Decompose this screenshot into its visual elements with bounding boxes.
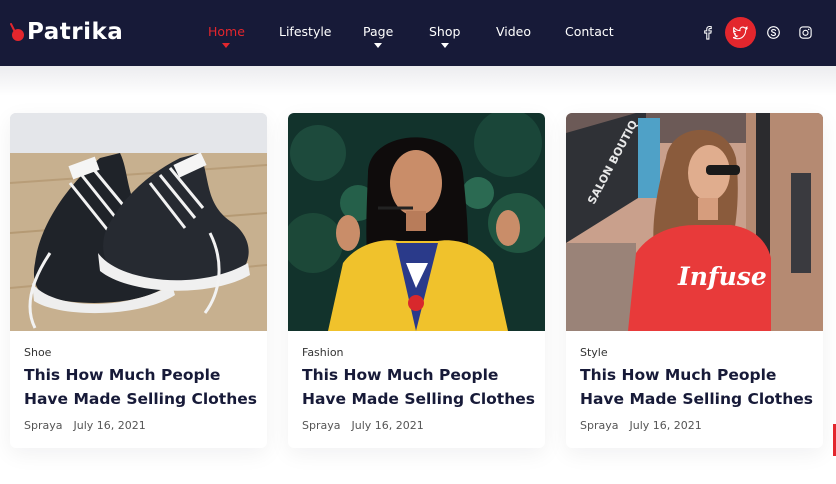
- twitter-link[interactable]: [725, 17, 756, 48]
- chevron-down-icon: [440, 43, 449, 48]
- post-category[interactable]: Style: [580, 346, 608, 359]
- nav-item-video[interactable]: Video: [496, 24, 531, 39]
- nav-label: Lifestyle: [279, 24, 332, 39]
- post-meta: Spraya July 16, 2021: [24, 419, 146, 432]
- nav-item-lifestyle[interactable]: Lifestyle: [279, 24, 332, 39]
- site-name: Patrika: [27, 19, 124, 45]
- nav-item-home[interactable]: Home: [208, 24, 245, 48]
- woman-yellow-jacket-photo: [288, 113, 545, 331]
- nav-item-page[interactable]: Page: [363, 24, 394, 48]
- site-logo[interactable]: Patrika: [10, 14, 123, 50]
- post-author[interactable]: Spraya: [580, 419, 618, 432]
- twitter-icon: [733, 26, 748, 40]
- post-thumbnail-style[interactable]: SALON BOUTIQ Infuse: [566, 113, 823, 331]
- nav-label: Shop: [429, 24, 461, 39]
- post-category[interactable]: Shoe: [24, 346, 51, 359]
- woman-red-shirt-photo: SALON BOUTIQ Infuse: [566, 113, 823, 331]
- nav-item-contact[interactable]: Contact: [565, 24, 614, 39]
- post-title[interactable]: This How Much People Have Made Selling C…: [580, 363, 818, 411]
- post-date: July 16, 2021: [351, 419, 424, 432]
- chevron-down-icon: [222, 43, 231, 48]
- post-author[interactable]: Spraya: [24, 419, 62, 432]
- top-navbar: Patrika Home Lifestyle Page Shop Video C…: [0, 0, 836, 66]
- skype-link[interactable]: [758, 17, 789, 48]
- post-title[interactable]: This How Much People Have Made Selling C…: [24, 363, 262, 411]
- post-thumbnail-fashion[interactable]: [288, 113, 545, 331]
- post-meta: Spraya July 16, 2021: [580, 419, 702, 432]
- skype-icon: [767, 26, 780, 39]
- nav-label: Contact: [565, 24, 614, 39]
- post-date: July 16, 2021: [73, 419, 146, 432]
- sneakers-photo: [10, 113, 267, 331]
- post-title[interactable]: This How Much People Have Made Selling C…: [302, 363, 540, 411]
- post-card[interactable]: Shoe This How Much People Have Made Sell…: [10, 113, 267, 448]
- logo-mark-icon: [10, 23, 24, 41]
- facebook-link[interactable]: [692, 17, 723, 48]
- post-card[interactable]: Fashion This How Much People Have Made S…: [288, 113, 545, 448]
- instagram-link[interactable]: [790, 17, 821, 48]
- post-meta: Spraya July 16, 2021: [302, 419, 424, 432]
- nav-item-shop[interactable]: Shop: [429, 24, 461, 48]
- nav-label: Video: [496, 24, 532, 39]
- nav-label: Home: [208, 24, 245, 39]
- post-category[interactable]: Fashion: [302, 346, 344, 359]
- shirt-print-text: Infuse: [677, 262, 767, 291]
- post-author[interactable]: Spraya: [302, 419, 340, 432]
- instagram-icon: [799, 26, 812, 39]
- post-thumbnail-sneakers[interactable]: [10, 113, 267, 331]
- nav-label: Page: [363, 24, 394, 39]
- post-date: July 16, 2021: [629, 419, 702, 432]
- facebook-icon: [704, 25, 712, 40]
- header-shadow: [0, 66, 836, 96]
- chevron-down-icon: [374, 43, 383, 48]
- post-card[interactable]: SALON BOUTIQ Infuse Style This How Much …: [566, 113, 823, 448]
